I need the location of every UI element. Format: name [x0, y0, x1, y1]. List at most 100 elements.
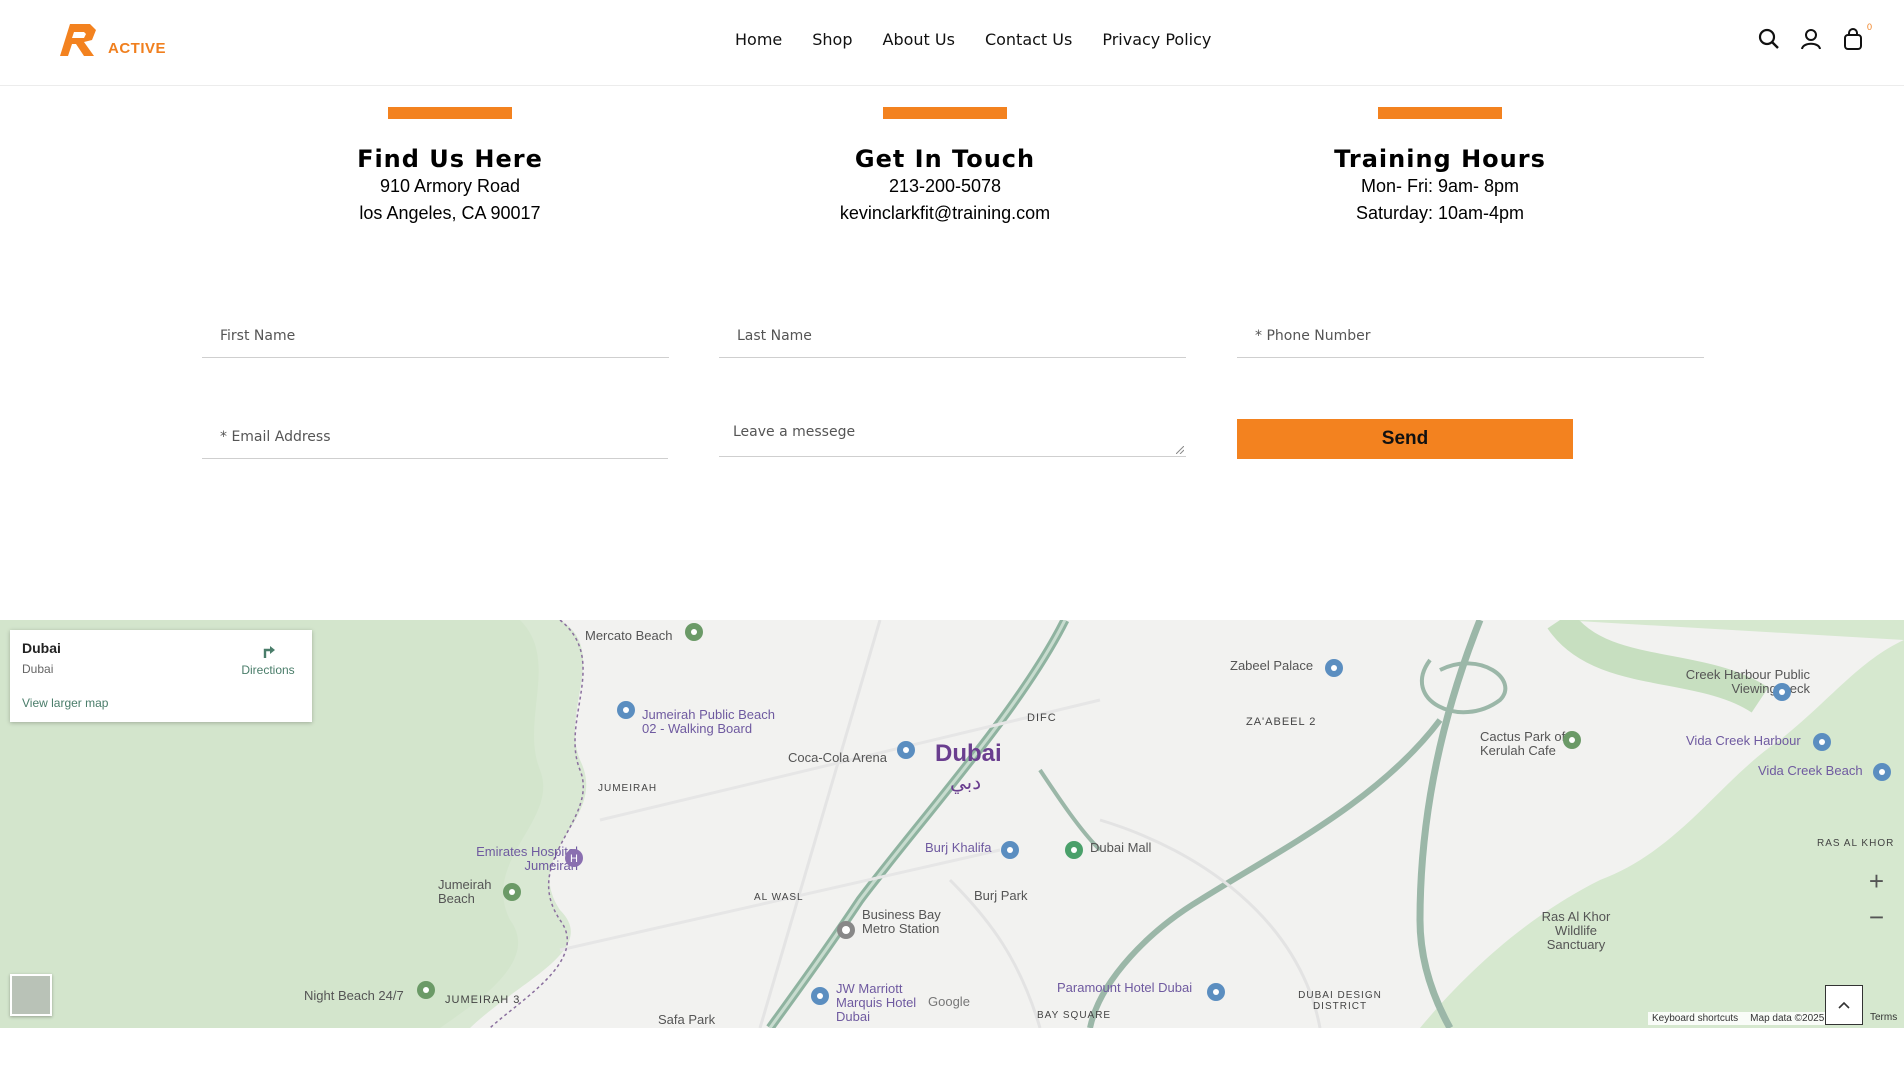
scroll-to-top-button[interactable]	[1825, 985, 1863, 1025]
directions-button[interactable]: Directions	[238, 642, 298, 677]
info-title: Training Hours	[1334, 145, 1546, 173]
info-line: Saturday: 10am-4pm	[1355, 203, 1525, 223]
info-training-hours: Training Hours Mon- Fri: 9am- 8pm Saturd…	[1290, 107, 1590, 227]
hotel-pin-icon[interactable]	[1206, 982, 1226, 1002]
user-icon[interactable]	[1800, 28, 1822, 50]
map-label: JUMEIRAH 3	[445, 994, 521, 1006]
map-layers-toggle[interactable]	[10, 974, 52, 1016]
logo-text: ACTIVE	[108, 40, 167, 57]
beach-pin-icon[interactable]	[684, 622, 704, 642]
site-logo[interactable]: ACTIVE	[56, 20, 176, 62]
map-city-label: Dubai	[935, 740, 1002, 767]
info-email: kevinclarkfit@training.com	[839, 203, 1051, 223]
first-name-placeholder: First Name	[220, 328, 296, 344]
hospital-pin-icon[interactable]: H	[564, 848, 584, 868]
embedded-map[interactable]: Dubai Dubai View larger map Directions D…	[0, 620, 1904, 1028]
nav-about-us[interactable]: About Us	[883, 30, 955, 49]
directions-icon	[263, 646, 275, 658]
shopping-pin-icon[interactable]	[1064, 840, 1084, 860]
map-label: DUBAI DESIGN DISTRICT	[1298, 990, 1382, 1012]
map-data-credit: Map data ©2025	[1750, 1013, 1825, 1024]
info-title: Find Us Here	[357, 145, 543, 173]
nav-home[interactable]: Home	[735, 30, 782, 49]
map-label: Vida Creek Beach	[1758, 763, 1863, 778]
directions-label: Directions	[241, 663, 295, 677]
map-place-card: Dubai Dubai View larger map Directions	[10, 630, 312, 722]
map-city-label-ar: دبي	[950, 772, 982, 794]
map-label: Paramount Hotel Dubai	[1057, 980, 1193, 995]
beach-pin-icon[interactable]	[416, 980, 436, 1000]
beach-pin-icon[interactable]	[502, 882, 522, 902]
phone-number-placeholder: * Phone Number	[1255, 328, 1371, 344]
landmark-pin-icon[interactable]	[1000, 840, 1020, 860]
cart-count-badge: 0	[1866, 22, 1872, 32]
map-label: Jumeirah Public Beach 02 - Walking Board	[642, 707, 775, 736]
last-name-field[interactable]: Last Name	[719, 318, 1186, 358]
google-watermark: Google	[928, 994, 970, 1009]
map-label: Dubai Mall	[1090, 840, 1152, 855]
zoom-out-button[interactable]: −	[1869, 902, 1884, 933]
map-label: Business Bay Metro Station	[862, 907, 941, 936]
viewpoint-pin-icon[interactable]	[1772, 682, 1792, 702]
beach-pin-icon[interactable]	[616, 700, 636, 720]
last-name-placeholder: Last Name	[737, 328, 812, 344]
view-larger-map-link[interactable]: View larger map	[22, 696, 108, 710]
info-line: 910 Armory Road	[379, 176, 521, 196]
metro-pin-icon[interactable]	[836, 920, 856, 940]
map-label: AL WASL	[754, 892, 804, 903]
map-place-name: Dubai	[22, 640, 61, 656]
palace-pin-icon[interactable]	[1324, 658, 1344, 678]
email-placeholder: * Email Address	[220, 429, 331, 445]
message-placeholder: Leave a messege	[733, 424, 856, 440]
hotel-pin-icon[interactable]	[810, 986, 830, 1006]
header-actions: 0	[1758, 22, 1872, 50]
main-nav: Home Shop About Us Contact Us Privacy Po…	[735, 30, 1241, 49]
map-label: Zabeel Palace	[1230, 658, 1314, 673]
svg-text:H: H	[570, 853, 578, 865]
info-line: Mon- Fri: 9am- 8pm	[1360, 176, 1520, 196]
info-phone: 213-200-5078	[888, 176, 1002, 196]
nav-contact-us[interactable]: Contact Us	[985, 30, 1072, 49]
map-label: Night Beach 24/7	[304, 988, 404, 1003]
zoom-in-button[interactable]: +	[1869, 866, 1884, 897]
map-label: Emirates Hospital Jumeirah	[476, 844, 578, 873]
info-title: Get In Touch	[854, 145, 1036, 173]
resize-handle-icon[interactable]	[1176, 446, 1184, 454]
map-label: ZA'ABEEL 2	[1246, 716, 1317, 728]
logo-mark-icon	[60, 24, 96, 56]
map-place-address: Dubai	[22, 662, 54, 676]
info-get-in-touch: Get In Touch 213-200-5078 kevinclarkfit@…	[795, 107, 1095, 227]
email-field[interactable]: * Email Address	[202, 419, 668, 459]
map-label: JUMEIRAH	[598, 783, 658, 794]
info-find-us: Find Us Here 910 Armory Road los Angeles…	[300, 107, 600, 227]
park-pin-icon[interactable]	[1562, 730, 1582, 750]
map-label: Ras Al Khor Wildlife Sanctuary	[1541, 909, 1611, 952]
info-accent-bar	[388, 107, 512, 119]
map-label: DIFC	[1027, 712, 1057, 724]
map-label: RAS AL KHOR	[1817, 838, 1895, 849]
map-footer: Keyboard shortcuts Map data ©2025	[1648, 1012, 1829, 1025]
map-label: Coca-Cola Arena	[788, 750, 887, 765]
info-accent-bar	[883, 107, 1007, 119]
first-name-field[interactable]: First Name	[202, 318, 669, 358]
message-textarea[interactable]: Leave a messege	[719, 416, 1186, 457]
search-icon[interactable]	[1758, 28, 1780, 50]
map-label: Safa Park	[658, 1012, 716, 1027]
arena-pin-icon[interactable]	[896, 740, 916, 760]
beach-pin-icon[interactable]	[1872, 762, 1892, 782]
info-line: los Angeles, CA 90017	[359, 203, 541, 223]
hotel-pin-icon[interactable]	[1812, 732, 1832, 752]
info-accent-bar	[1378, 107, 1502, 119]
phone-number-field[interactable]: * Phone Number	[1237, 318, 1704, 358]
terms-link[interactable]: Terms	[1870, 1012, 1897, 1023]
map-label: Burj Khalifa	[925, 840, 992, 855]
nav-privacy-policy[interactable]: Privacy Policy	[1102, 30, 1211, 49]
map-label: Jumeirah Beach	[438, 877, 492, 906]
nav-shop[interactable]: Shop	[812, 30, 852, 49]
send-button[interactable]: Send	[1237, 419, 1573, 459]
map-label: Vida Creek Harbour	[1686, 733, 1801, 748]
cart-icon[interactable]: 0	[1842, 22, 1872, 50]
keyboard-shortcuts-link[interactable]: Keyboard shortcuts	[1652, 1013, 1738, 1024]
map-label: Burj Park	[974, 888, 1028, 903]
map-label: BAY SQUARE	[1037, 1010, 1112, 1021]
